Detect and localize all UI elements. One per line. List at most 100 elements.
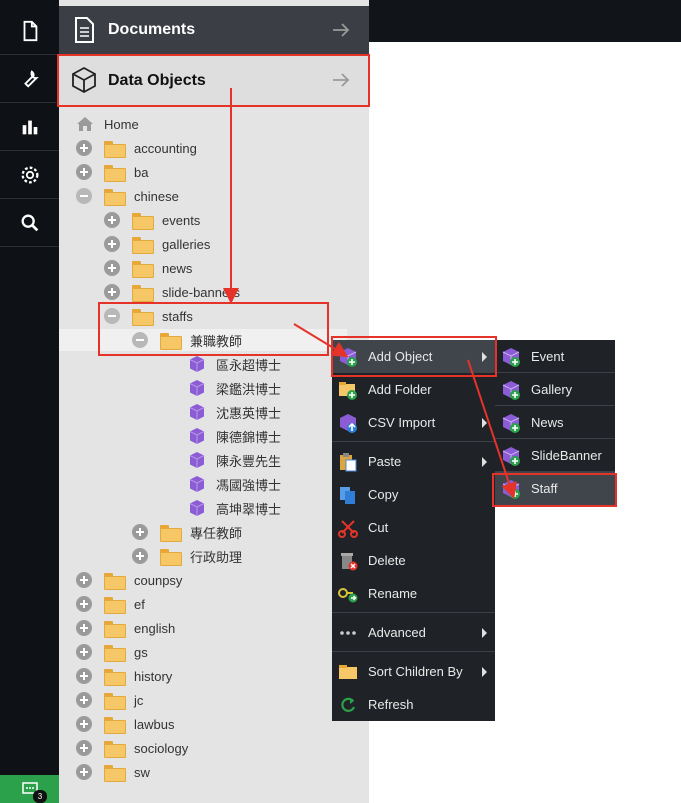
tree-item-object[interactable]: 沈惠英博士 — [188, 401, 281, 423]
documents-nav-button[interactable] — [0, 7, 59, 55]
tree-item-folder[interactable]: jc — [76, 689, 143, 711]
settings-nav-button[interactable] — [0, 151, 59, 199]
paste-icon — [340, 453, 357, 472]
menu-item-label: CSV Import — [368, 415, 436, 430]
expand-icon[interactable] — [104, 212, 120, 228]
submenu-item-news[interactable]: News — [495, 406, 615, 439]
tree-item-label: 高坤翠博士 — [216, 501, 282, 517]
tree-item-folder[interactable]: staffs — [104, 305, 193, 327]
documents-title: Documents — [108, 21, 196, 38]
object-cube-icon — [189, 452, 205, 468]
tree-item-folder[interactable]: 專任教師 — [132, 521, 242, 543]
more-dots-icon — [340, 631, 356, 635]
expand-icon[interactable] — [76, 620, 92, 636]
submenu-item-gallery[interactable]: Gallery — [495, 373, 615, 406]
expand-icon[interactable] — [76, 692, 92, 708]
menu-item-label: Sort Children By — [368, 664, 463, 679]
expand-icon[interactable] — [76, 740, 92, 756]
tree-item-object[interactable]: 高坤翠博士 — [188, 497, 281, 519]
arrow-right-icon[interactable] — [331, 70, 351, 90]
tree-item-folder[interactable]: sociology — [76, 737, 188, 759]
expand-icon[interactable] — [76, 140, 92, 156]
tree-item-object[interactable]: 梁鑑洪博士 — [188, 377, 281, 399]
rename-icon — [338, 588, 358, 603]
document-icon — [23, 20, 37, 41]
tree-item-label: lawbus — [134, 716, 175, 732]
submenu-item-staff[interactable]: Staff — [495, 472, 615, 505]
expand-icon[interactable] — [132, 524, 148, 540]
menu-item-add-object[interactable]: Add Object — [332, 340, 495, 373]
menu-item-cut[interactable]: Cut — [332, 511, 495, 544]
tree-item-folder[interactable]: counpsy — [76, 569, 182, 591]
tree-item-folder[interactable]: lawbus — [76, 713, 174, 735]
tree-item-label: counpsy — [134, 572, 183, 588]
expand-icon[interactable] — [76, 572, 92, 588]
folder-icon — [104, 140, 126, 158]
folder-icon — [132, 284, 154, 302]
menu-item-label: Copy — [368, 487, 399, 502]
collapse-icon[interactable] — [76, 188, 92, 204]
add-object-icon — [502, 414, 520, 433]
menu-item-advanced[interactable]: Advanced — [332, 616, 495, 649]
tree-item-folder-selected[interactable]: 兼職教師 — [59, 329, 347, 351]
expand-icon[interactable] — [104, 260, 120, 276]
tree-item-folder[interactable]: ef — [76, 593, 145, 615]
tree-item-label: sw — [134, 764, 150, 780]
expand-icon[interactable] — [76, 716, 92, 732]
folder-icon — [104, 668, 126, 686]
tree-item-object[interactable]: 陳永豐先生 — [188, 449, 281, 471]
menu-item-label: Add Object — [368, 349, 433, 364]
chat-button[interactable] — [0, 775, 59, 803]
collapse-icon[interactable] — [104, 308, 120, 324]
chat-count-badge: 3 — [33, 790, 47, 803]
menu-item-delete[interactable]: Delete — [332, 544, 495, 577]
context-menu: Add Object Add Folder CSV Import Paste C… — [332, 340, 495, 721]
expand-icon[interactable] — [104, 284, 120, 300]
documents-panel-header[interactable]: Documents — [59, 6, 369, 54]
search-nav-button[interactable] — [0, 199, 59, 247]
tree-item-folder[interactable]: sw — [76, 761, 150, 783]
menu-item-label: Add Folder — [368, 382, 432, 397]
menu-item-refresh[interactable]: Refresh — [332, 688, 495, 721]
tree-item-label: 陳永豐先生 — [216, 453, 282, 469]
expand-icon[interactable] — [76, 668, 92, 684]
tree-item-folder[interactable]: ba — [76, 161, 148, 183]
arrow-right-icon[interactable] — [331, 20, 351, 40]
tools-nav-button[interactable] — [0, 55, 59, 103]
menu-item-copy[interactable]: Copy — [332, 478, 495, 511]
tree-item-object[interactable]: 陳德錦博士 — [188, 425, 281, 447]
tree-item-folder[interactable]: 行政助理 — [132, 545, 242, 567]
tree-item-folder[interactable]: gs — [76, 641, 148, 663]
expand-icon[interactable] — [104, 236, 120, 252]
tree-item-folder[interactable]: slide-banners — [104, 281, 240, 303]
tree-item-folder[interactable]: galleries — [104, 233, 210, 255]
collapse-icon[interactable] — [132, 332, 148, 348]
expand-icon[interactable] — [76, 644, 92, 660]
menu-item-add-folder[interactable]: Add Folder — [332, 373, 495, 406]
submenu-item-event[interactable]: Event — [495, 340, 615, 373]
data-objects-panel-header[interactable]: Data Objects — [59, 56, 369, 106]
menu-item-label: Rename — [368, 586, 418, 601]
tree-item-folder[interactable]: news — [104, 257, 192, 279]
tree-item-folder[interactable]: english — [76, 617, 175, 639]
reports-nav-button[interactable] — [0, 103, 59, 151]
tree-item-object[interactable]: 區永超博士 — [188, 353, 281, 375]
folder-icon — [104, 764, 126, 782]
expand-icon[interactable] — [132, 548, 148, 564]
add-object-icon — [502, 480, 520, 499]
tree-item-object[interactable]: 馮國強博士 — [188, 473, 281, 495]
menu-item-sort-children[interactable]: Sort Children By — [332, 655, 495, 688]
tree-item-folder[interactable]: chinese — [76, 185, 179, 207]
menu-item-paste[interactable]: Paste — [332, 445, 495, 478]
menu-item-rename[interactable]: Rename — [332, 577, 495, 610]
tree-item-folder[interactable]: history — [76, 665, 172, 687]
tree-item-folder[interactable]: events — [104, 209, 200, 231]
menu-item-csv-import[interactable]: CSV Import — [332, 406, 495, 439]
tree-item-home[interactable]: Home — [76, 113, 139, 135]
expand-icon[interactable] — [76, 164, 92, 180]
expand-icon[interactable] — [76, 764, 92, 780]
submenu-item-slidebanner[interactable]: SlideBanner — [495, 439, 615, 472]
object-cube-icon — [189, 500, 205, 516]
expand-icon[interactable] — [76, 596, 92, 612]
tree-item-folder[interactable]: accounting — [76, 137, 197, 159]
